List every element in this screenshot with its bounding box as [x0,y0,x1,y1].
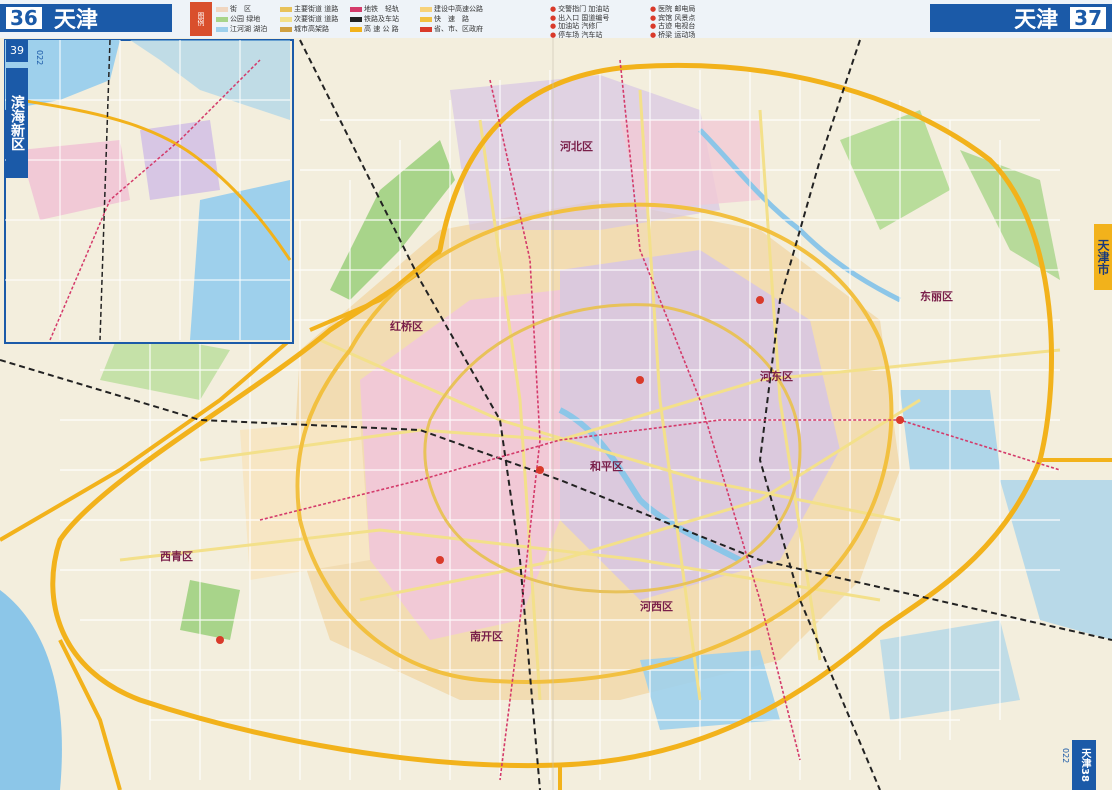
legend-label: 街 区 [230,5,251,13]
right-city-title: 天津 [1014,8,1059,33]
legend-label: 地铁 轻轨 [364,5,399,13]
map-legend-poi: ● 交警指门 加油站 ● 出入口 国道编号 ● 加油站 汽修厂 ● 停车场 汽车站 ● 医院 邮电… [550,2,760,39]
side-tab-tianjin[interactable]: 天津市 [1094,224,1112,290]
legend-item: 建设中高速公路 [420,4,483,14]
legend-item: 公园 绿地 [216,14,260,24]
legend-item: 街 区 [216,4,251,14]
left-page-number: 36 [6,7,42,29]
legend-item: 省、市、区政府 [420,24,483,34]
inset-area-code: 022 [35,50,44,66]
bottom-tab-page-number: 38 [1079,768,1090,782]
map-canvas[interactable]: 南开区 河北区 河东区 河西区 和平区 红桥区 东丽区 西青区 [0,38,1112,790]
legend-label: 快 速 路 [434,15,469,23]
district-label-hebei: 河北区 [560,139,593,153]
left-city-title: 天津 [53,8,98,33]
legend-item: 快 速 路 [420,14,469,24]
district-label-dongli: 东丽区 [920,289,953,303]
bottom-tab-area-code: 022 [1061,748,1070,764]
legend-swatch [420,16,432,22]
legend-swatch [420,6,432,12]
left-page-header: 36 天津 [0,4,172,33]
legend-swatch [420,26,432,32]
district-label-hongqiao: 红桥区 [390,319,423,333]
district-label-heping: 和平区 [590,459,623,473]
map-legend: 图例 街 区公园 绿地江河湖 湖泊 主要街道 道路 次要街道 道路 城市高架路 地铁 轻… [190,2,550,38]
bottom-tab-page[interactable]: 天津38 [1072,740,1096,790]
legend-label: 主要街道 道路 [294,5,339,13]
legend-swatch [280,16,292,22]
legend-label: 公园 绿地 [230,15,261,23]
legend-swatch [350,6,362,12]
legend-item: 江河湖 湖泊 [216,24,267,34]
header-bar: 36 天津 图例 街 区公园 绿地江河湖 湖泊 主要街道 道路 次要街道 道路 城市高… [0,0,1112,39]
legend-swatch [216,16,228,22]
right-page-number: 37 [1070,7,1106,29]
legend-label: 铁路及车站 [364,15,399,23]
district-label-hexi: 河西区 [640,599,673,613]
legend-item: 铁路及车站 [350,14,399,24]
inset-title: 滨海新区 [6,68,28,178]
legend-label: 江河湖 湖泊 [230,25,268,33]
legend-label: 城市高架路 [294,25,329,33]
legend-item: 高 速 公 路 [350,24,399,34]
legend-item: 次要街道 道路 [280,14,338,24]
right-page-header: 天津 37 [930,4,1112,33]
legend-swatch [280,6,292,12]
legend-swatch [350,16,362,22]
legend-label: 省、市、区政府 [434,25,483,33]
legend-label: 次要街道 道路 [294,15,339,23]
city-map[interactable]: 南开区 河北区 河东区 河西区 和平区 红桥区 东丽区 西青区 [0,38,1112,790]
legend-swatch [216,6,228,12]
legend-item: 地铁 轻轨 [350,4,399,14]
district-label-hedong: 河东区 [760,369,793,383]
inset-map-binhai[interactable] [4,39,294,344]
legend-swatch [216,26,228,32]
legend-label: 高 速 公 路 [364,25,399,33]
bottom-tab-name: 天津 [1079,748,1090,769]
inset-page-code: 39 [6,40,28,62]
legend-swatch [350,26,362,32]
legend-item: 城市高架路 [280,24,329,34]
legend-title: 图例 [190,2,212,36]
legend-swatch [280,26,292,32]
legend-label: 建设中高速公路 [434,5,483,13]
district-label-xiqing: 西青区 [160,549,193,563]
legend-item: 主要街道 道路 [280,4,338,14]
district-label-nankai: 南开区 [470,629,503,643]
